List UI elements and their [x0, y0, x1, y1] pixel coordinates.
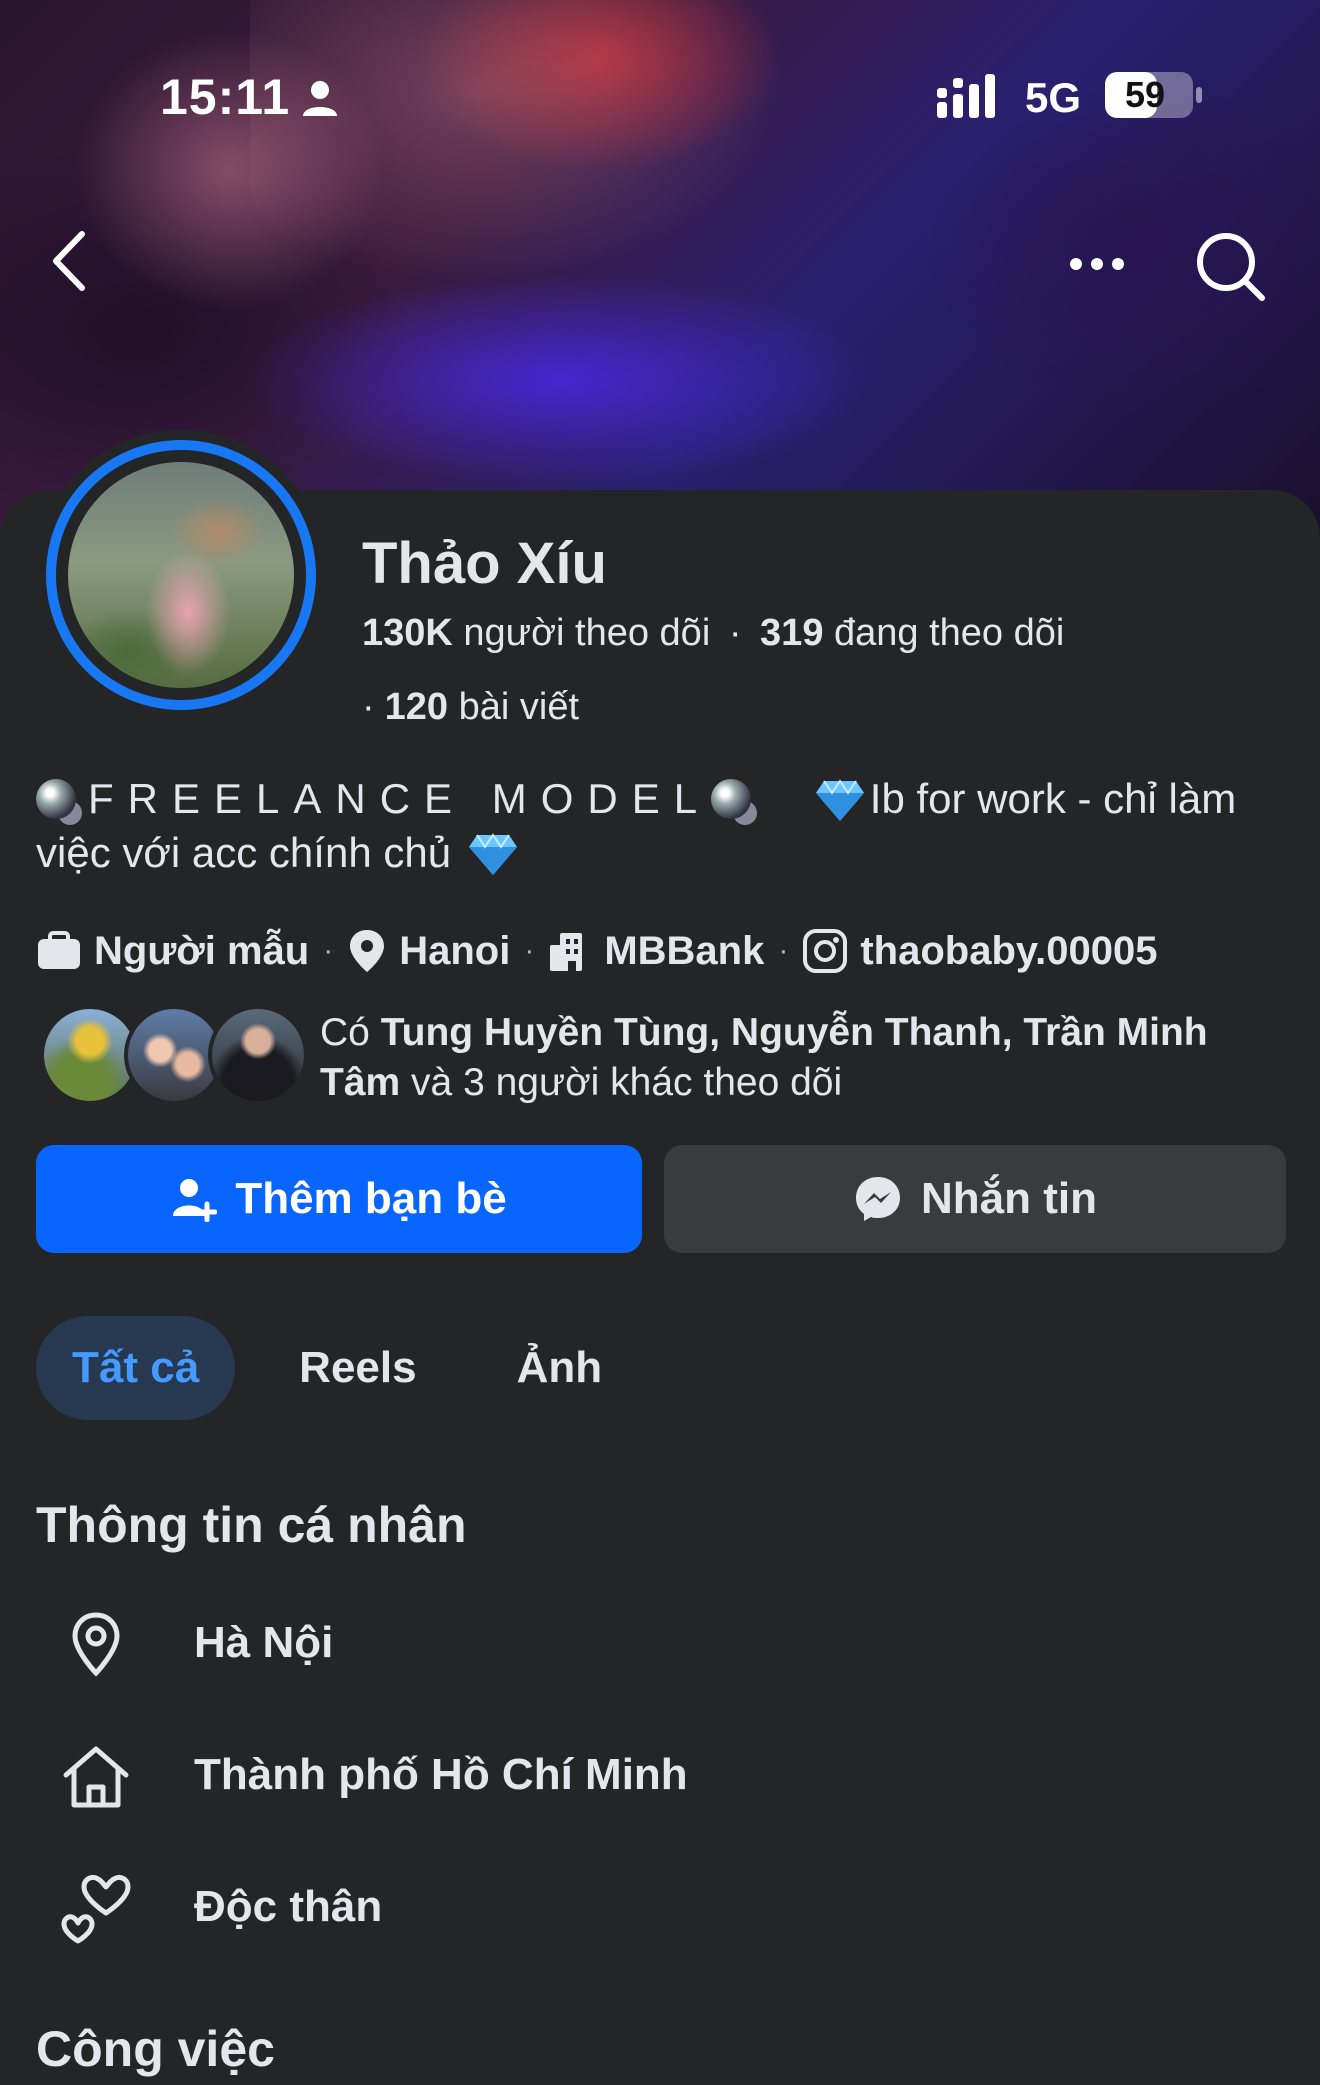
mutual-avatar	[208, 1005, 308, 1105]
info-relationship-text: Độc thân	[194, 1882, 383, 1931]
add-friend-icon	[173, 1179, 218, 1222]
battery-icon: 59	[1105, 72, 1193, 118]
more-options-icon[interactable]	[1062, 236, 1132, 286]
detail-instagram[interactable]: thaobaby.00005	[860, 929, 1157, 974]
message-label: Nhắn tin	[921, 1174, 1097, 1223]
mutual-followers-text[interactable]: Có Tung Huyền Tùng, Nguyễn Thanh, Trần M…	[320, 1008, 1280, 1108]
tab-reels[interactable]: Reels	[263, 1316, 452, 1420]
person-icon	[303, 81, 337, 116]
bio-text-line-1: Ib for work - chỉ làm	[869, 775, 1237, 822]
following-label[interactable]: đang theo dõi	[834, 612, 1064, 654]
status-bar: 15:11 5G 59	[0, 0, 1320, 200]
posts-count: 120	[384, 686, 449, 728]
detail-company[interactable]: MBBank	[604, 929, 764, 974]
back-icon[interactable]	[42, 226, 98, 296]
search-icon[interactable]	[1190, 226, 1270, 306]
add-friend-button[interactable]: Thêm bạn bè	[36, 1145, 642, 1253]
add-friend-label: Thêm bạn bè	[235, 1174, 507, 1223]
signal-icon	[937, 74, 995, 118]
instagram-icon	[803, 929, 848, 973]
message-button[interactable]: Nhắn tin	[664, 1145, 1286, 1253]
mutual-suffix: và 3 người khác theo dõi	[411, 1061, 843, 1104]
location-pin-icon	[72, 1612, 120, 1677]
posts-label: bài viết	[458, 686, 580, 728]
detail-city[interactable]: Hanoi	[399, 929, 510, 974]
tab-photos[interactable]: Ảnh	[481, 1316, 639, 1420]
info-location-text: Hà Nội	[194, 1618, 334, 1667]
hearts-icon	[61, 1874, 131, 1944]
bio-text-line-2: việc với acc chính chủ	[36, 829, 452, 876]
followers-label[interactable]: người theo dõi	[463, 612, 710, 654]
info-row-location[interactable]: Hà Nội	[56, 1600, 333, 1690]
status-time: 15:11	[160, 69, 291, 125]
gem-emoji-icon	[815, 779, 864, 821]
briefcase-icon	[38, 931, 80, 969]
home-icon	[63, 1746, 129, 1808]
bubble-emoji-icon	[36, 779, 76, 819]
tab-all[interactable]: Tất cả	[36, 1316, 236, 1420]
follow-stats: 130K người theo dõi · 319 đang theo dõi	[362, 612, 1065, 654]
location-pin-icon	[350, 930, 385, 972]
messenger-icon	[856, 1177, 900, 1221]
mutual-friends-avatars[interactable]	[40, 1005, 310, 1105]
info-hometown-text: Thành phố Hồ Chí Minh	[194, 1750, 688, 1799]
building-icon	[550, 933, 583, 971]
profile-card	[0, 490, 1320, 2085]
profile-avatar[interactable]	[36, 430, 326, 720]
gem-emoji-icon	[468, 833, 517, 875]
profile-bio: FREELANCE MODEL Ib for work - chỉ làm vi…	[36, 772, 1286, 880]
info-row-relationship[interactable]: Độc thân	[56, 1864, 382, 1954]
network-type: 5G	[1025, 74, 1082, 121]
post-stats: · 120 bài viết	[362, 686, 580, 728]
battery-tip	[1196, 87, 1202, 103]
following-count[interactable]: 319	[760, 612, 823, 654]
battery-level: 59	[1124, 74, 1166, 115]
followers-count[interactable]: 130K	[362, 612, 453, 654]
profile-details: Người mẫu · Hanoi · MBBank · thaobaby.00…	[36, 924, 1158, 978]
avatar-image	[68, 462, 294, 688]
bubble-emoji-icon	[711, 779, 752, 819]
work-title: Công việc	[36, 2021, 275, 2077]
profile-name: Thảo Xíu	[362, 531, 607, 596]
mutual-prefix: Có	[320, 1011, 370, 1054]
bio-headline: FREELANCE MODEL	[88, 775, 712, 822]
detail-job: Người mẫu	[94, 928, 310, 973]
info-row-hometown[interactable]: Thành phố Hồ Chí Minh	[56, 1732, 688, 1822]
personal-info-title: Thông tin cá nhân	[36, 1497, 467, 1553]
profile-tabs: Tất cả Reels Ảnh	[36, 1316, 666, 1420]
